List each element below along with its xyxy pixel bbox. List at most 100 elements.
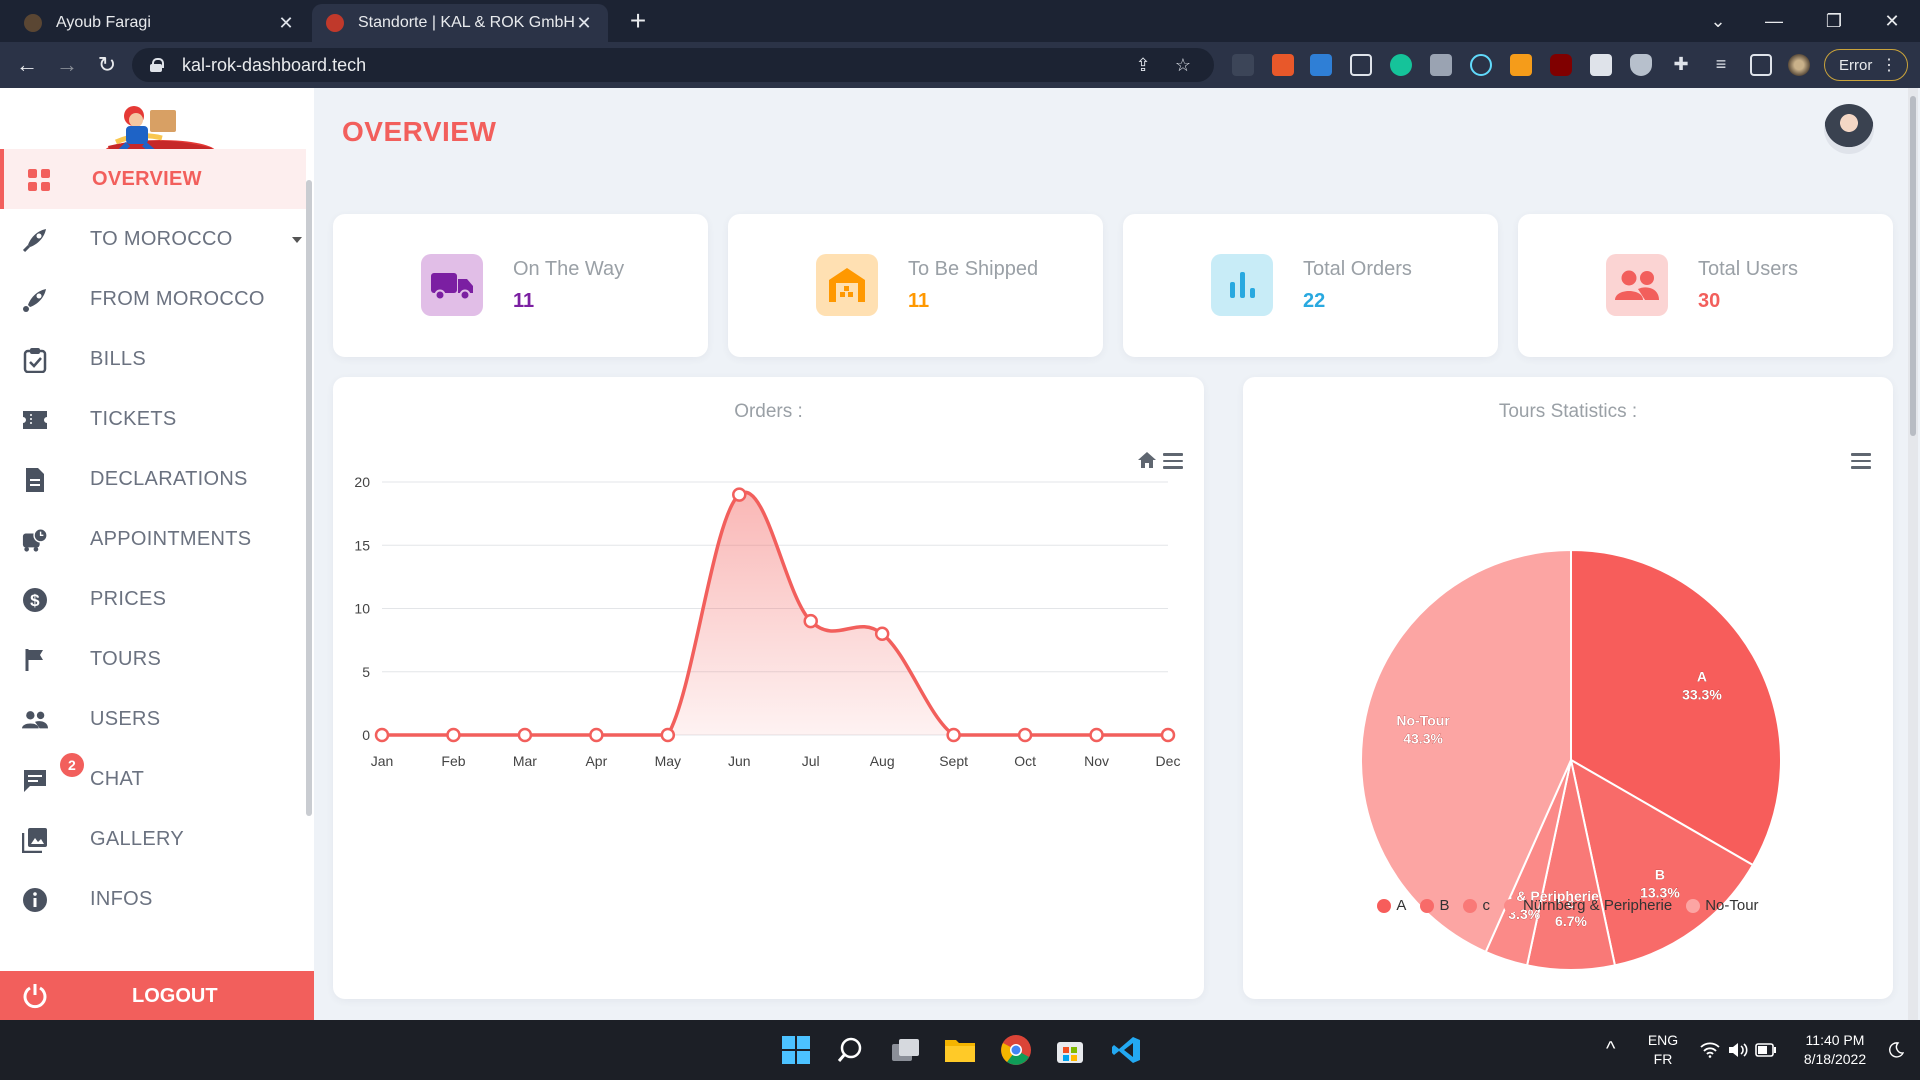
grid-icon	[26, 167, 52, 193]
sidebar-item-bills[interactable]: BILLS	[0, 329, 306, 389]
document-icon	[22, 467, 48, 493]
data-point	[589, 727, 604, 743]
sidebar-item-tours[interactable]: TOURS	[0, 629, 306, 689]
store-icon[interactable]	[1054, 1034, 1086, 1066]
profile-icon[interactable]	[1788, 54, 1810, 76]
power-icon	[22, 983, 48, 1009]
pie-slice-percent: 6.7%	[1555, 913, 1587, 929]
tours-chart-card: Tours Statistics : A 33.3% B 13.3% c 6.7% Nürn…	[1243, 377, 1893, 999]
y-tick-label: 15	[354, 537, 370, 553]
vscode-icon[interactable]	[1110, 1034, 1142, 1066]
url-text: kal-rok-dashboard.tech	[182, 54, 367, 75]
sidebar-item-label: DECLARATIONS	[90, 467, 248, 490]
extension-grammarly-icon[interactable]	[1390, 54, 1412, 76]
legend-marker	[1686, 898, 1701, 913]
logout-button[interactable]: LOGOUT	[0, 971, 314, 1020]
tab-close-icon[interactable]: ✕	[276, 13, 296, 34]
chart-menu-icon[interactable]	[1851, 453, 1871, 469]
chrome-icon[interactable]	[1000, 1034, 1032, 1066]
extension-react-icon[interactable]	[1470, 54, 1492, 76]
pie-slice-name: A	[1697, 668, 1707, 684]
sidebar-item-gallery[interactable]: GALLERY	[0, 809, 306, 869]
legend-marker	[1420, 898, 1435, 913]
sidebar-scrollbar[interactable]	[306, 180, 312, 816]
sidebar-item-appointments[interactable]: APPOINTMENTS	[0, 509, 306, 569]
data-point	[517, 727, 533, 743]
tab-close-icon[interactable]: ✕	[574, 13, 594, 34]
warehouse-icon	[816, 254, 878, 316]
address-bar[interactable]: kal-rok-dashboard.tech ⇪ ☆	[132, 48, 1214, 82]
sidebar-item-declarations[interactable]: DECLARATIONS	[0, 449, 306, 509]
legend-item[interactable]: A	[1377, 897, 1406, 914]
more-menu-icon[interactable]: ⋮	[1881, 55, 1897, 75]
home-icon[interactable]	[1137, 451, 1157, 474]
legend-item[interactable]: c	[1463, 897, 1490, 914]
sidebar-item-users[interactable]: USERS	[0, 689, 306, 749]
maximize-button[interactable]: ❐	[1806, 0, 1862, 42]
focus-moon-icon[interactable]	[1880, 1034, 1912, 1066]
x-tick-label: Jun	[728, 753, 751, 769]
sidebar-item-to-morocco[interactable]: TO MOROCCO	[0, 209, 306, 269]
data-point	[732, 487, 747, 502]
flag-icon	[22, 647, 48, 673]
sidebar-item-from-morocco[interactable]: FROM MOROCCO	[0, 269, 306, 329]
language-indicator[interactable]: ENG FR	[1646, 1031, 1680, 1069]
share-icon[interactable]: ⇪	[1132, 54, 1154, 76]
side-panel-icon[interactable]	[1750, 54, 1772, 76]
chart-menu-icon[interactable]	[1163, 453, 1183, 469]
legend-marker	[1377, 898, 1392, 913]
new-tab-button[interactable]: +	[622, 6, 654, 38]
profile-error-button[interactable]: Error ⋮	[1824, 49, 1908, 81]
chevron-down-icon[interactable]	[292, 237, 302, 243]
extension-off-icon[interactable]	[1272, 54, 1294, 76]
extension-q-icon[interactable]	[1510, 54, 1532, 76]
windows-start-icon[interactable]	[780, 1034, 812, 1066]
media-control-icon[interactable]: ≡	[1710, 54, 1732, 76]
extension-screen-icon[interactable]	[1590, 54, 1612, 76]
task-view-icon[interactable]	[890, 1034, 922, 1066]
browser-tab-active[interactable]: Standorte | KAL & ROK GmbH ✕	[312, 4, 608, 42]
sidebar-item-prices[interactable]: $ PRICES	[0, 569, 306, 629]
pie-slice-name: No-Tour	[1396, 713, 1450, 729]
reload-button[interactable]: ↻	[92, 50, 122, 80]
bus-clock-icon	[22, 527, 48, 553]
extension-shield-icon[interactable]	[1630, 54, 1652, 76]
forward-button[interactable]: →	[52, 50, 82, 80]
data-point	[1089, 727, 1104, 743]
ticket-icon	[22, 407, 48, 433]
sidebar-item-overview[interactable]: OVERVIEW	[0, 149, 306, 209]
legend-item[interactable]: No-Tour	[1686, 897, 1759, 914]
extension-ublock-icon[interactable]	[1550, 54, 1572, 76]
search-icon[interactable]	[834, 1034, 866, 1066]
close-window-button[interactable]: ✕	[1864, 0, 1920, 42]
browser-tab[interactable]: Ayoub Faragi ✕	[10, 4, 310, 42]
bookmark-star-icon[interactable]: ☆	[1172, 54, 1194, 76]
sidebar-item-label: INFOS	[90, 887, 153, 910]
page-scrollbar-thumb[interactable]	[1910, 96, 1916, 436]
pie-slice-name: B	[1655, 866, 1665, 882]
pie-slice-percent: 33.3%	[1682, 686, 1722, 702]
back-button[interactable]: ←	[12, 50, 42, 80]
page-scrollbar[interactable]	[1908, 88, 1918, 1020]
legend-item[interactable]: B	[1420, 897, 1449, 914]
sidebar-item-tickets[interactable]: TICKETS	[0, 389, 306, 449]
legend-label: c	[1482, 897, 1490, 914]
extension-crop-icon[interactable]	[1350, 54, 1372, 76]
clock[interactable]: 11:40 PM 8/18/2022	[1790, 1031, 1880, 1069]
tray-chevron-icon[interactable]: ^	[1606, 1039, 1615, 1059]
avatar[interactable]	[1824, 104, 1874, 154]
extensions-puzzle-icon[interactable]: ✚	[1670, 54, 1692, 76]
sidebar-item-chat[interactable]: 2 CHAT	[0, 749, 306, 809]
legend-item[interactable]: Nürnberg & Peripherie	[1503, 897, 1672, 914]
sidebar-item-label: BILLS	[90, 347, 146, 370]
tab-search-icon[interactable]: ⌄	[1690, 0, 1746, 42]
battery-icon[interactable]	[1750, 1034, 1782, 1066]
extension-pen-icon[interactable]	[1232, 54, 1254, 76]
extension-camera-icon[interactable]	[1430, 54, 1452, 76]
extension-board-icon[interactable]	[1310, 54, 1332, 76]
data-point	[803, 613, 818, 629]
minimize-button[interactable]: —	[1746, 0, 1802, 42]
sidebar-item-infos[interactable]: INFOS	[0, 869, 306, 929]
sidebar-item-label: GALLERY	[90, 827, 185, 850]
file-explorer-icon[interactable]	[944, 1034, 976, 1066]
